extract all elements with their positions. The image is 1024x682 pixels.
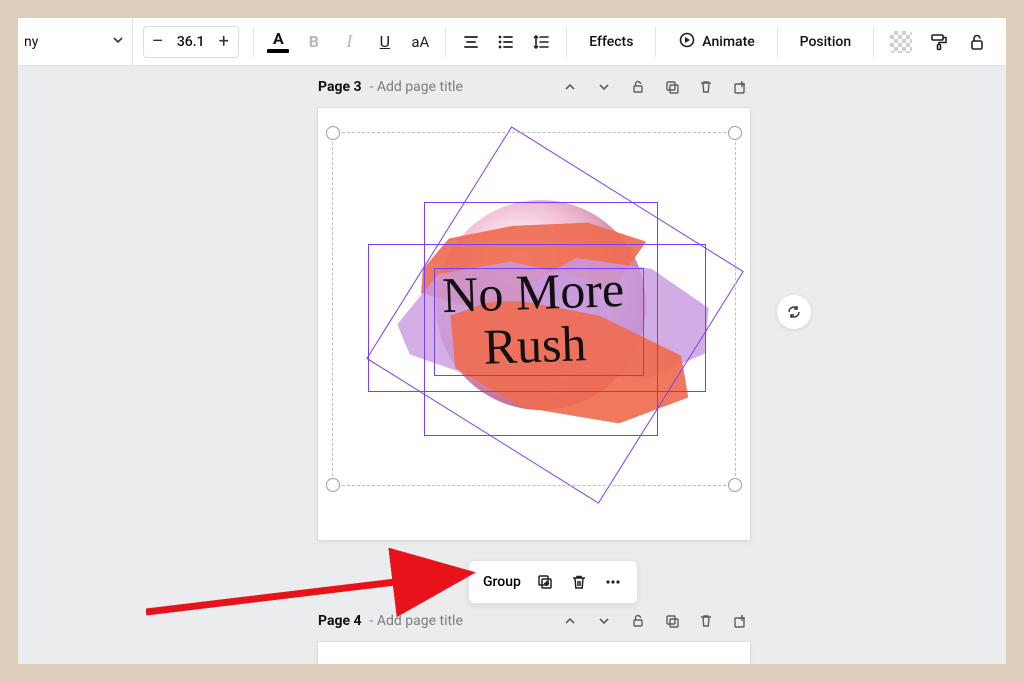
add-page-icon[interactable] (730, 77, 750, 97)
page-header-3: Page 3 - Add page title (318, 72, 750, 108)
page-block-3: Page 3 - Add page title (318, 72, 750, 540)
group-button[interactable]: Group (483, 574, 521, 590)
italic-button[interactable]: I (335, 25, 364, 59)
page-title-hint[interactable]: - Add page title (370, 79, 463, 95)
effects-button[interactable]: Effects (577, 25, 645, 59)
delete-button[interactable] (569, 572, 589, 592)
app-frame: ny – 36.1 + A B I U aA (18, 18, 1006, 664)
resize-handle-tl[interactable] (326, 126, 340, 140)
more-icon (604, 573, 622, 591)
divider (777, 27, 778, 57)
text-color-glyph: A (273, 31, 284, 47)
transparency-icon (890, 31, 912, 53)
page-block-4: Page 4 - Add page title (318, 606, 750, 664)
page-label: Page 3 (318, 79, 362, 95)
divider (445, 27, 446, 57)
position-button[interactable]: Position (788, 25, 864, 59)
unlock-icon (967, 32, 987, 52)
animate-button[interactable]: Animate (666, 25, 766, 59)
top-toolbar: ny – 36.1 + A B I U aA (18, 18, 1006, 66)
page-title-hint[interactable]: - Add page title (370, 613, 463, 629)
page-down-icon[interactable] (594, 611, 614, 631)
duplicate-button[interactable] (535, 572, 555, 592)
animate-icon (678, 31, 696, 53)
font-size-value[interactable]: 36.1 (172, 34, 210, 50)
resize-handle-tr[interactable] (728, 126, 742, 140)
delete-page-icon[interactable] (696, 77, 716, 97)
divider (873, 27, 874, 57)
spacing-button[interactable] (527, 25, 556, 59)
increase-font-button[interactable]: + (210, 27, 238, 57)
lock-page-icon[interactable] (628, 77, 648, 97)
page-canvas-4[interactable] (318, 642, 750, 664)
workspace[interactable]: Page 3 - Add page title (18, 66, 1006, 664)
lock-page-icon[interactable] (628, 611, 648, 631)
group-selection[interactable] (332, 132, 736, 486)
resize-handle-br[interactable] (728, 478, 742, 492)
page-actions (560, 77, 750, 97)
page-canvas-3[interactable]: No More Rush (318, 108, 750, 540)
decrease-font-button[interactable]: – (144, 27, 172, 57)
divider (253, 27, 254, 57)
chevron-down-icon (112, 34, 124, 50)
align-button[interactable] (456, 25, 485, 59)
trash-icon (570, 573, 588, 591)
divider (655, 27, 656, 57)
page-header-4: Page 4 - Add page title (318, 606, 750, 642)
selection-toolbar: Group (468, 560, 638, 604)
more-button[interactable] (603, 572, 623, 592)
bulleted-list-button[interactable] (491, 25, 520, 59)
duplicate-icon (536, 573, 554, 591)
lock-button[interactable] (960, 25, 994, 59)
page-label: Page 4 (318, 613, 362, 629)
add-page-icon[interactable] (730, 611, 750, 631)
duplicate-page-icon[interactable] (662, 611, 682, 631)
sync-icon (786, 304, 802, 320)
resize-handle-bl[interactable] (326, 478, 340, 492)
page-actions (560, 611, 750, 631)
delete-page-icon[interactable] (696, 611, 716, 631)
copy-style-button[interactable] (922, 25, 956, 59)
font-size-control: – 36.1 + (143, 26, 239, 58)
divider (566, 27, 567, 57)
font-picker[interactable]: ny (18, 18, 133, 66)
font-name: ny (24, 34, 38, 50)
underline-button[interactable]: U (370, 25, 399, 59)
page-down-icon[interactable] (594, 77, 614, 97)
page-up-icon[interactable] (560, 611, 580, 631)
duplicate-page-icon[interactable] (662, 77, 682, 97)
text-color-button[interactable]: A (264, 25, 293, 59)
reposition-button[interactable] (776, 294, 812, 330)
text-case-button[interactable]: aA (406, 25, 435, 59)
page-up-icon[interactable] (560, 77, 580, 97)
transparency-button[interactable] (884, 25, 918, 59)
text-color-swatch (267, 49, 289, 53)
bold-button[interactable]: B (299, 25, 328, 59)
paint-roller-icon (929, 32, 949, 52)
